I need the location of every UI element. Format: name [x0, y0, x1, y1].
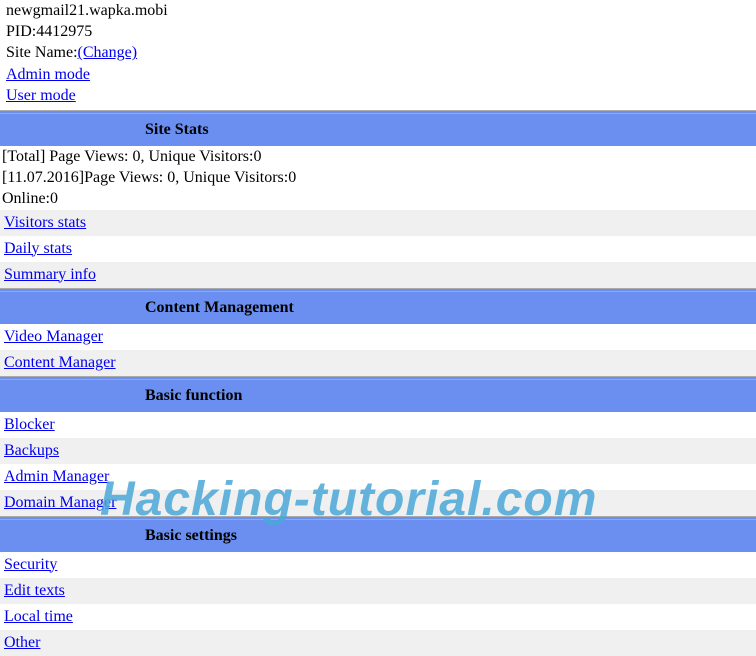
visitors-stats-link[interactable]: Visitors stats: [4, 214, 86, 231]
stats-online: Online:0: [0, 188, 756, 209]
stats-date: [11.07.2016]Page Views: 0, Unique Visito…: [0, 167, 756, 188]
summary-info-link[interactable]: Summary info: [4, 266, 96, 283]
user-mode-link[interactable]: User mode: [6, 87, 76, 104]
content-management-header: Content Management: [0, 291, 756, 324]
change-link[interactable]: (Change): [78, 44, 138, 61]
admin-manager-link[interactable]: Admin Manager: [4, 468, 109, 485]
security-link[interactable]: Security: [4, 556, 57, 573]
admin-mode-link[interactable]: Admin mode: [6, 66, 90, 83]
stats-total: [Total] Page Views: 0, Unique Visitors:0: [0, 146, 756, 167]
site-name-label: Site Name:: [6, 44, 78, 61]
site-stats-header: Site Stats: [0, 113, 756, 146]
pid-value: 4412975: [36, 23, 92, 40]
video-manager-link[interactable]: Video Manager: [4, 328, 103, 345]
content-manager-link[interactable]: Content Manager: [4, 354, 116, 371]
other-link[interactable]: Other: [4, 634, 40, 651]
basic-settings-header: Basic settings: [0, 519, 756, 552]
local-time-link[interactable]: Local time: [4, 608, 73, 625]
daily-stats-link[interactable]: Daily stats: [4, 240, 72, 257]
domain-manager-link[interactable]: Domain Manager: [4, 494, 116, 511]
blocker-link[interactable]: Blocker: [4, 416, 55, 433]
edit-texts-link[interactable]: Edit texts: [4, 582, 65, 599]
site-domain: newgmail21.wapka.mobi: [6, 0, 750, 21]
backups-link[interactable]: Backups: [4, 442, 59, 459]
pid-label: PID:: [6, 23, 36, 40]
basic-function-header: Basic function: [0, 379, 756, 412]
